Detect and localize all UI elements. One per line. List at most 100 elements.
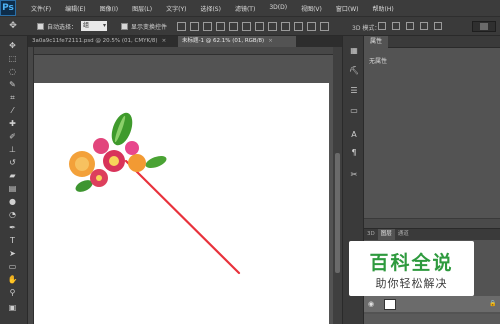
color-swatches-icon[interactable]: ▣	[5, 302, 20, 313]
auto-select-dropdown[interactable]: 组	[81, 21, 108, 31]
watermark-badge: 百科全说 助你轻松解决	[349, 241, 474, 296]
document-tab-1[interactable]: 3a0a9c11fe72111.psd @ 20.5% (01, CMYK/8)…	[28, 36, 174, 47]
distribute-top-icon[interactable]	[255, 21, 265, 31]
swatches-panel-icon[interactable]: ▭	[348, 104, 360, 116]
watermark-title: 百科全说	[369, 252, 454, 274]
3d-rotate-icon[interactable]	[378, 22, 386, 30]
workspace-icon	[480, 23, 488, 30]
character-panel-icon[interactable]: A	[348, 128, 360, 140]
align-middle-icon[interactable]	[190, 21, 200, 31]
menu-edit[interactable]: 编辑(E)	[58, 4, 92, 13]
distribute-left-icon[interactable]	[294, 21, 304, 31]
properties-panel-header: 属性	[364, 35, 500, 48]
menu-view[interactable]: 视图(V)	[294, 4, 329, 13]
hand-tool-icon[interactable]: ✋	[5, 274, 20, 285]
3d-mode-buttons	[375, 22, 445, 30]
orange-flower-right	[128, 154, 146, 172]
tab-3d[interactable]: 3D	[364, 229, 378, 240]
leaf-right	[145, 155, 167, 169]
menu-filter[interactable]: 滤镜(T)	[228, 4, 262, 13]
history-panel-icon[interactable]: ▦	[348, 44, 360, 56]
shape-tool-icon[interactable]: ▭	[5, 261, 20, 272]
3d-roll-icon[interactable]	[392, 22, 400, 30]
eraser-tool-icon[interactable]: ▰	[5, 170, 20, 181]
distribute-middle-icon[interactable]	[268, 21, 278, 31]
document-tab-label: 未标题-1 @ 62.1% (01, RGB/8)	[182, 38, 265, 44]
photoshop-window: Ps 文件(F) 编辑(E) 图像(I) 图层(L) 文字(Y) 选择(S) 滤…	[0, 0, 500, 324]
move-tool-icon[interactable]: ✥	[5, 40, 20, 51]
path-selection-tool-icon[interactable]: ➤	[5, 248, 20, 259]
menu-bar: Ps 文件(F) 编辑(E) 图像(I) 图层(L) 文字(Y) 选择(S) 滤…	[0, 0, 500, 16]
layers-panel-tabs: 3D 图层 通道	[364, 229, 500, 240]
crop-tool-icon[interactable]: ⌗	[5, 92, 20, 103]
adjustments-panel-icon[interactable]: ☰	[348, 84, 360, 96]
eye-icon[interactable]: ◉	[368, 300, 374, 308]
document-canvas[interactable]	[34, 83, 329, 324]
align-center-icon[interactable]	[229, 21, 239, 31]
align-left-icon[interactable]	[216, 21, 226, 31]
quick-select-tool-icon[interactable]: ✎	[5, 79, 20, 90]
gradient-tool-icon[interactable]: ▤	[5, 183, 20, 194]
options-bar: ✥ 自动选择： 组 显示变换控件 3D 模式：	[0, 16, 500, 36]
distribute-bottom-icon[interactable]	[281, 21, 291, 31]
show-transform-label: 显示变换控件	[131, 23, 168, 31]
menu-image[interactable]: 图像(I)	[93, 4, 125, 13]
distribute-center-icon[interactable]	[307, 21, 317, 31]
tools-panel-icon[interactable]: ✂	[348, 168, 360, 180]
paragraph-panel-icon[interactable]: ¶	[348, 146, 360, 158]
healing-brush-tool-icon[interactable]: ✚	[5, 118, 20, 129]
menu-window[interactable]: 窗口(W)	[329, 4, 366, 13]
menu-layer[interactable]: 图层(L)	[125, 4, 159, 13]
menu-select[interactable]: 选择(S)	[193, 4, 228, 13]
menu-file[interactable]: 文件(F)	[24, 4, 58, 13]
tab-channels[interactable]: 通道	[395, 229, 412, 240]
align-buttons	[175, 21, 331, 31]
tab-properties[interactable]: 属性	[364, 35, 389, 48]
scrollbar-thumb[interactable]	[335, 153, 340, 273]
document-tab-label: 3a0a9c11fe72111.psd @ 20.5% (01, CMYK/8)	[32, 38, 158, 44]
menu-3d[interactable]: 3D(D)	[262, 4, 294, 13]
close-icon[interactable]: ×	[162, 38, 167, 44]
zoom-tool-icon[interactable]: ⚲	[5, 287, 20, 298]
marquee-tool-icon[interactable]: ⬚	[5, 53, 20, 64]
align-right-icon[interactable]	[242, 21, 252, 31]
tab-layers[interactable]: 图层	[377, 229, 395, 240]
lasso-tool-icon[interactable]: ◌	[5, 66, 20, 77]
type-tool-icon[interactable]: T	[5, 235, 20, 246]
checkbox-icon	[37, 22, 44, 30]
workspace-switcher[interactable]	[472, 21, 496, 32]
toolbox: ✥ ⬚ ◌ ✎ ⌗ ⁄ ✚ ✐ ⊥ ↺ ▰ ▤ ● ◔ ✒ T ➤ ▭ ✋ ⚲ …	[0, 36, 28, 324]
3d-pan-icon[interactable]	[406, 22, 414, 30]
red-stem-line	[124, 159, 241, 275]
history-brush-tool-icon[interactable]: ↺	[5, 157, 20, 168]
layer-row[interactable]	[364, 314, 500, 324]
pen-tool-icon[interactable]: ✒	[5, 222, 20, 233]
properties-panel: 属性 无属性	[364, 35, 500, 228]
3d-scale-icon[interactable]	[434, 22, 442, 30]
menu-type[interactable]: 文字(Y)	[159, 4, 193, 13]
align-bottom-icon[interactable]	[203, 21, 213, 31]
distribute-right-icon[interactable]	[320, 21, 330, 31]
eyedropper-tool-icon[interactable]: ⁄	[5, 105, 20, 116]
canvas-area[interactable]	[34, 55, 333, 324]
blur-tool-icon[interactable]: ●	[5, 196, 20, 207]
align-top-icon[interactable]	[177, 21, 187, 31]
show-transform-checkbox[interactable]: 显示变换控件	[121, 22, 167, 31]
move-tool-preset-icon[interactable]: ✥	[3, 18, 23, 34]
layer-row[interactable]: ◉ 🔒	[364, 296, 500, 312]
no-properties-text: 无属性	[369, 58, 388, 65]
close-icon[interactable]: ×	[268, 38, 273, 44]
brush-tool-icon[interactable]: ✐	[5, 131, 20, 142]
dodge-tool-icon[interactable]: ◔	[5, 209, 20, 220]
auto-select-checkbox[interactable]: 自动选择：	[37, 22, 77, 31]
clone-stamp-tool-icon[interactable]: ⊥	[5, 144, 20, 155]
menu-help[interactable]: 帮助(H)	[366, 4, 401, 13]
document-tab-2[interactable]: 未标题-1 @ 62.1% (01, RGB/8) ×	[178, 36, 296, 47]
layer-thumbnail	[384, 299, 396, 310]
pink-flower-top	[93, 138, 109, 154]
lock-icon: 🔒	[489, 300, 497, 307]
tool-presets-panel-icon[interactable]: ⛏	[348, 64, 360, 76]
canvas-vertical-scrollbar[interactable]	[333, 47, 342, 324]
red-flower-bottom-pistil	[96, 175, 102, 181]
3d-slide-icon[interactable]	[420, 22, 428, 30]
